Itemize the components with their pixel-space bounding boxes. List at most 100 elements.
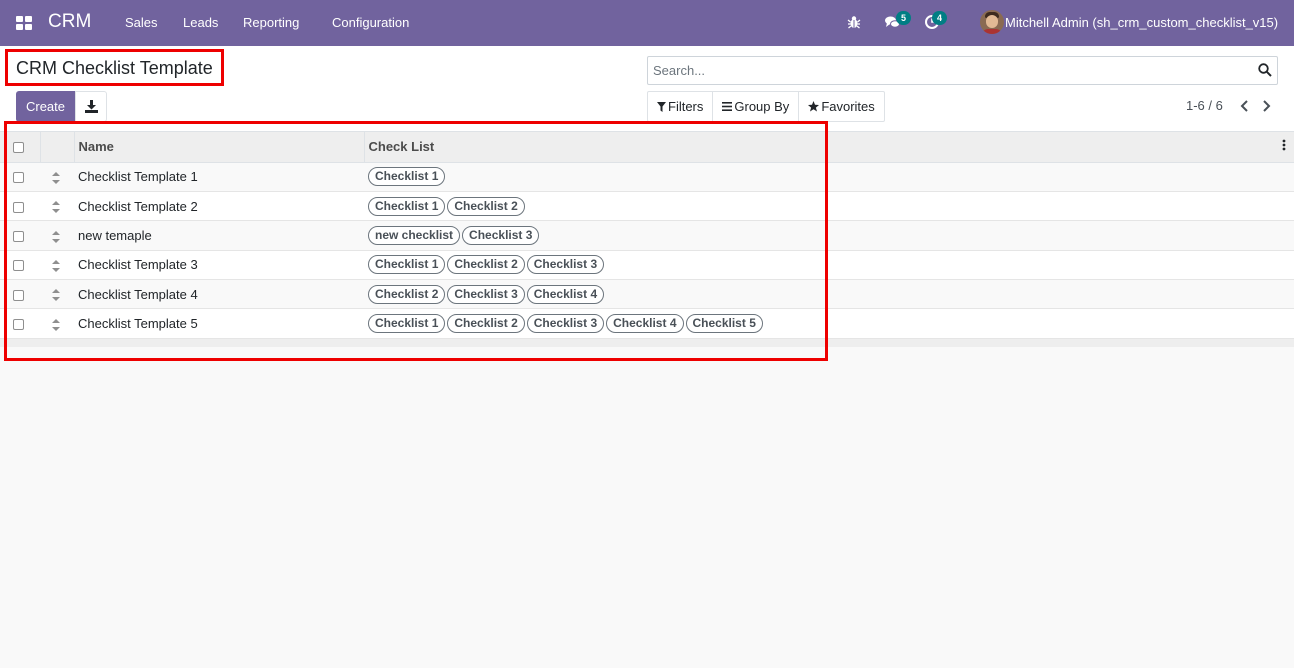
checklist-tag: Checklist 1 (368, 196, 446, 216)
search-icon[interactable] (1258, 63, 1272, 77)
top-navbar: CRM Sales Leads Reporting Configuration … (0, 0, 1294, 46)
row-handle-cell (40, 191, 74, 222)
drag-handle-icon[interactable] (52, 230, 60, 243)
table-row[interactable]: Checklist Template 5 Checklist 1 Checklist… (0, 308, 1294, 339)
messages-count-badge: 5 (896, 11, 911, 25)
checklist-tag: Checklist 2 (447, 314, 525, 334)
favorites-button[interactable]: Favorites (799, 92, 883, 121)
drag-handle-icon[interactable] (52, 289, 60, 302)
row-name[interactable]: Checklist Template 2 (74, 191, 364, 222)
row-name[interactable]: new temaple (74, 220, 364, 251)
optional-columns-icon[interactable] (1282, 139, 1286, 151)
menu-item-sales[interactable]: Sales (125, 15, 158, 30)
row-handle-cell (40, 162, 74, 192)
checklist-tag: Checklist 2 (447, 196, 525, 216)
column-header-check-list-label: Check List (368, 139, 435, 155)
list-footer (0, 339, 1294, 347)
menu-item-configuration[interactable]: Configuration (332, 15, 409, 30)
row-select-cell (0, 162, 40, 192)
row-check-list[interactable]: Checklist 2 Checklist 3 Checklist 4 (364, 279, 1294, 310)
checklist-tag: Checklist 3 (526, 314, 605, 334)
list-body: Checklist Template 1 Checklist 1 Checklist… (0, 162, 1294, 339)
select-all-cell (0, 132, 40, 163)
pager-value[interactable]: 1-6 / 6 (1186, 98, 1223, 113)
list-header-row: Name Check List (0, 132, 1294, 163)
select-all-checkbox[interactable] (13, 142, 24, 154)
row-checkbox[interactable] (13, 231, 24, 243)
row-handle-cell (40, 279, 74, 310)
row-check-list[interactable]: new checklist Checklist 3 (364, 220, 1294, 251)
table-row[interactable]: Checklist Template 1 Checklist 1 (0, 162, 1294, 192)
app-brand[interactable]: CRM (48, 11, 91, 33)
checklist-tag: Checklist 2 (368, 284, 446, 304)
row-select-cell (0, 279, 40, 310)
activities-count-badge: 4 (932, 11, 947, 25)
table-row[interactable]: Checklist Template 2 Checklist 1 Checklist… (0, 191, 1294, 222)
row-name[interactable]: Checklist Template 1 (74, 162, 364, 192)
row-checkbox[interactable] (13, 289, 24, 301)
filters-label: Filters (668, 99, 704, 114)
row-check-list[interactable]: Checklist 1 Checklist 2 Checklist 3 (364, 250, 1294, 281)
checklist-tag: Checklist 3 (462, 225, 540, 245)
filter-funnel-icon (657, 101, 666, 112)
row-select-cell (0, 250, 40, 281)
pager-previous-icon[interactable] (1238, 98, 1252, 114)
table-row[interactable]: Checklist Template 4 Checklist 2 Checklist… (0, 279, 1294, 310)
row-name[interactable]: Checklist Template 5 (74, 308, 364, 339)
row-handle-cell (40, 220, 74, 251)
drag-handle-icon[interactable] (52, 259, 60, 272)
drag-handle-icon[interactable] (52, 201, 60, 214)
search-input[interactable] (653, 57, 1243, 84)
column-header-check-list[interactable]: Check List (363, 132, 1294, 163)
row-handle-cell (40, 308, 74, 339)
checklist-tag: Checklist 1 (368, 314, 446, 334)
user-avatar[interactable] (980, 10, 1004, 34)
row-select-cell (0, 308, 40, 339)
list-table: Name Check List Checklist Template 1 Chec… (0, 132, 1294, 339)
export-button[interactable] (75, 91, 107, 122)
row-name[interactable]: Checklist Template 4 (74, 279, 364, 310)
star-icon (808, 101, 820, 112)
menu-item-leads[interactable]: Leads (183, 15, 218, 30)
row-checkbox[interactable] (13, 201, 24, 213)
control-panel: CRM Checklist Template Create Filters Gr… (0, 46, 1294, 132)
checklist-tag: Checklist 3 (447, 284, 525, 304)
row-check-list[interactable]: Checklist 1 Checklist 2 (364, 191, 1294, 222)
apps-menu-icon[interactable] (16, 16, 32, 30)
group-by-bars-icon (722, 102, 733, 111)
table-row[interactable]: Checklist Template 3 Checklist 1 Checklist… (0, 250, 1294, 281)
title-highlight-box (5, 49, 224, 86)
debug-bug-icon[interactable] (846, 14, 862, 30)
row-checkbox[interactable] (13, 260, 24, 272)
create-button[interactable]: Create (16, 91, 75, 122)
checklist-tag: Checklist 1 (368, 255, 446, 275)
column-header-name[interactable]: Name (73, 132, 364, 163)
checklist-tag: Checklist 5 (685, 314, 763, 334)
search-options-group: Filters Group By Favorites (647, 91, 885, 122)
group-by-button[interactable]: Group By (713, 92, 800, 121)
row-checkbox[interactable] (13, 172, 24, 184)
group-by-label: Group By (734, 99, 790, 114)
row-name[interactable]: Checklist Template 3 (74, 250, 364, 281)
checklist-tag: new checklist (368, 225, 461, 245)
drag-handle-icon[interactable] (52, 318, 60, 331)
row-select-cell (0, 191, 40, 222)
checklist-tag: Checklist 3 (526, 255, 605, 275)
row-handle-cell (40, 250, 74, 281)
row-checkbox[interactable] (13, 319, 24, 331)
table-row[interactable]: new temaple new checklist Checklist 3 (0, 220, 1294, 251)
checklist-tag: Checklist 4 (606, 314, 684, 334)
download-icon (85, 100, 98, 113)
search-box (647, 56, 1278, 85)
row-select-cell (0, 220, 40, 251)
pager-next-icon[interactable] (1259, 98, 1273, 114)
row-check-list[interactable]: Checklist 1 Checklist 2 Checklist 3 Checkli… (364, 308, 1294, 339)
favorites-label: Favorites (821, 99, 875, 114)
row-check-list[interactable]: Checklist 1 (364, 162, 1294, 192)
drag-handle-icon[interactable] (52, 171, 60, 184)
checklist-tag: Checklist 1 (368, 167, 446, 187)
user-menu-name[interactable]: Mitchell Admin (sh_crm_custom_checklist_… (1005, 15, 1278, 30)
handle-header (39, 132, 74, 163)
filters-button[interactable]: Filters (648, 92, 714, 121)
menu-item-reporting[interactable]: Reporting (243, 15, 299, 30)
